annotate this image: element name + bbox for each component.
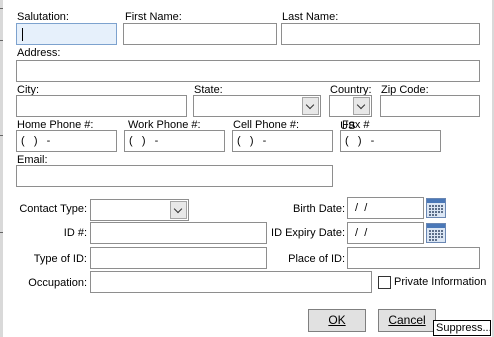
country-dropdown-button[interactable]: [353, 97, 370, 115]
state-dropdown-button[interactable]: [302, 97, 319, 115]
contact-type-select[interactable]: Individual: [90, 199, 189, 236]
id-expiry-label: ID Expiry Date:: [271, 227, 345, 239]
type-of-id-input[interactable]: [90, 247, 267, 269]
first-name-input[interactable]: [123, 23, 277, 45]
id-number-input[interactable]: [90, 222, 267, 244]
window-edge-mark: [0, 135, 3, 136]
id-expiry-input[interactable]: / /: [347, 222, 424, 244]
contact-type-dropdown-button[interactable]: [170, 201, 187, 219]
salutation-input[interactable]: [16, 23, 117, 45]
suppress-button[interactable]: Suppress...: [433, 320, 492, 336]
home-phone-input[interactable]: ( ) -: [16, 130, 117, 152]
fax-input[interactable]: ( ) -: [340, 130, 441, 152]
place-of-id-label: Place of ID:: [288, 253, 345, 265]
chevron-down-icon: [356, 100, 366, 110]
id-expiry-calendar-button[interactable]: [426, 223, 446, 243]
birth-date-label: Birth Date:: [293, 203, 345, 215]
cancel-button[interactable]: Cancel: [378, 309, 436, 332]
zip-code-input[interactable]: [380, 95, 480, 117]
occupation-label: Occupation:: [28, 277, 87, 289]
email-input[interactable]: [16, 165, 333, 187]
cell-phone-input[interactable]: ( ) -: [232, 130, 333, 152]
calendar-icon: [426, 223, 446, 243]
window-edge-left: [0, 0, 3, 337]
private-information-checkbox[interactable]: [378, 276, 391, 289]
calendar-icon: [426, 198, 446, 218]
birth-date-input[interactable]: / /: [347, 197, 424, 219]
window-edge-mark: [0, 232, 3, 233]
contact-type-label: Contact Type:: [19, 203, 87, 215]
text-caret: [22, 28, 23, 41]
window-edge-mark: [0, 40, 3, 41]
type-of-id-label: Type of ID:: [33, 253, 87, 265]
state-select[interactable]: [193, 95, 321, 117]
private-information-label: Private Information: [394, 276, 487, 288]
last-name-input[interactable]: [281, 23, 480, 45]
ok-button-label: OK: [328, 313, 346, 327]
work-phone-input[interactable]: ( ) -: [124, 130, 225, 152]
chevron-down-icon: [173, 204, 183, 214]
city-input[interactable]: [16, 95, 187, 117]
ok-button[interactable]: OK: [308, 309, 366, 332]
birth-date-calendar-button[interactable]: [426, 198, 446, 218]
place-of-id-input[interactable]: [347, 247, 480, 269]
window-edge-mark: [0, 8, 3, 9]
chevron-down-icon: [305, 100, 315, 110]
address-label: Address:: [17, 47, 61, 59]
id-number-label: ID #:: [63, 227, 87, 239]
country-select[interactable]: US: [329, 95, 372, 132]
address-input[interactable]: [16, 60, 480, 82]
cancel-button-label: Cancel: [388, 313, 426, 327]
occupation-input[interactable]: [90, 271, 372, 293]
